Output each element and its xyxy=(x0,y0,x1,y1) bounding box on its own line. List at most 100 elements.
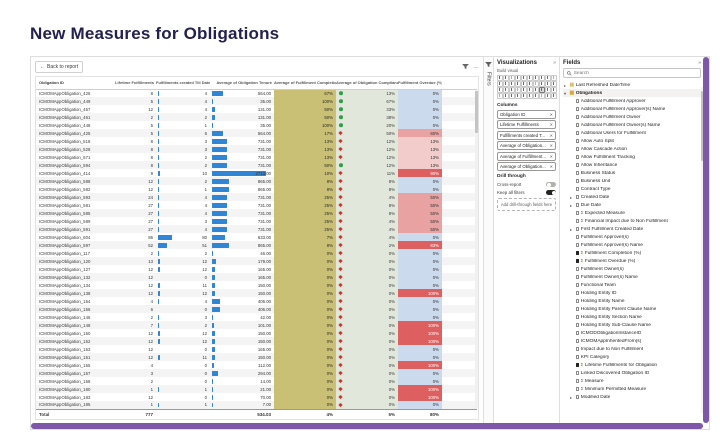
field-checkbox[interactable] xyxy=(576,259,580,263)
field-item[interactable]: ΣFulfillment Completion (%) xyxy=(563,249,701,257)
field-item[interactable]: Fulfillment Approver(s) xyxy=(563,233,701,241)
field-checkbox[interactable] xyxy=(576,267,580,271)
field-item[interactable]: Additional Fulfillment Approver xyxy=(563,97,701,105)
field-checkbox[interactable] xyxy=(576,227,580,231)
matrix-icon[interactable] xyxy=(545,87,551,93)
decomposition-tree-icon[interactable] xyxy=(509,93,515,99)
table-row[interactable]: ICMOMAppObligation_1801121.000%0%100% xyxy=(36,385,477,393)
expand-caret-icon[interactable]: ▸ xyxy=(570,395,574,400)
field-checkbox[interactable] xyxy=(576,251,580,255)
field-checkbox[interactable] xyxy=(576,171,580,175)
field-item[interactable]: ▸Due Date xyxy=(563,201,701,209)
field-item[interactable]: Linked Discovered Obligation ID xyxy=(563,369,701,377)
stacked-column-chart-icon[interactable] xyxy=(503,75,509,81)
stacked-area-chart-icon[interactable] xyxy=(545,75,551,81)
funnel-chart-icon[interactable] xyxy=(515,81,521,87)
field-item[interactable]: KPI Category xyxy=(563,353,701,361)
field-item[interactable]: Holding Entity ID xyxy=(563,289,701,297)
field-checkbox[interactable] xyxy=(576,107,580,111)
multi-row-card-icon[interactable] xyxy=(521,87,527,93)
table-scrollbar[interactable] xyxy=(475,90,478,408)
field-item[interactable]: Allow Inheritance xyxy=(563,161,701,169)
table-row[interactable]: ICMOMAppObligation_185117.000%0%0% xyxy=(36,401,477,409)
table-row[interactable]: ICMOMAppObligation_132120165.000%0%0% xyxy=(36,273,477,281)
donut-chart-icon[interactable] xyxy=(533,81,539,87)
remove-field-icon[interactable]: ✕ xyxy=(550,143,553,148)
field-item[interactable]: Fulfillment Approver(s) Name xyxy=(563,241,701,249)
field-checkbox[interactable] xyxy=(576,323,580,327)
field-checkbox[interactable] xyxy=(576,131,580,135)
field-item[interactable]: Allow Cascade Action xyxy=(563,145,701,153)
python-visual-icon[interactable] xyxy=(497,93,503,99)
ribbon-chart-icon[interactable] xyxy=(503,81,509,87)
field-checkbox[interactable] xyxy=(576,283,580,287)
field-item[interactable]: Contract Type xyxy=(563,185,701,193)
field-checkbox[interactable] xyxy=(576,147,580,151)
line-and-clustered-column-chart-icon[interactable] xyxy=(497,81,503,87)
field-item[interactable]: ▸▦Last Refreshed DateTime xyxy=(563,81,701,89)
field-pill[interactable]: Fulfillments created T...✕ xyxy=(497,131,556,140)
expand-caret-icon[interactable]: ▸ xyxy=(570,227,574,232)
treemap-icon[interactable] xyxy=(539,81,545,87)
field-pill[interactable]: Average of Obligation...✕ xyxy=(497,141,556,150)
field-checkbox[interactable] xyxy=(576,347,580,351)
kpi-icon[interactable] xyxy=(527,87,533,93)
collapse-panel-icon[interactable]: » xyxy=(698,60,701,66)
table-row[interactable]: ICMOMAppObligation_15730294.000%0%0% xyxy=(36,369,477,377)
expand-caret-icon[interactable]: ▾ xyxy=(564,91,568,96)
table-row[interactable]: ICMOMAppObligation_1501212150.000%0%100% xyxy=(36,329,477,337)
field-item[interactable]: ▸Modified Date xyxy=(563,393,701,401)
field-item[interactable]: ΣFulfillment Overdue (%) xyxy=(563,257,701,265)
smart-narrative-icon[interactable] xyxy=(521,93,527,99)
field-checkbox[interactable] xyxy=(576,179,580,183)
table-row[interactable]: ICMOMAppObligation_153120165.000%0%0% xyxy=(36,345,477,353)
100-stacked-column-chart-icon[interactable] xyxy=(527,75,533,81)
field-checkbox[interactable] xyxy=(576,307,580,311)
field-item[interactable]: Fulfillment Owner(s) Name xyxy=(563,273,701,281)
cross-report-toggle[interactable] xyxy=(546,182,556,187)
field-checkbox[interactable] xyxy=(576,371,580,375)
field-checkbox[interactable] xyxy=(576,99,580,103)
table-row[interactable]: ICMOMAppObligation_1381212150.000%0%100% xyxy=(36,289,477,297)
table-row[interactable]: ICMOMAppObligation_1341211150.000%0%0% xyxy=(36,281,477,289)
field-item[interactable]: ICMODObligationInstanceID xyxy=(563,329,701,337)
obligations-table-visual[interactable]: Obligation IDLifetime FulfillmentsFulfil… xyxy=(35,76,479,420)
expand-caret-icon[interactable]: ▸ xyxy=(570,203,574,208)
100-stacked-bar-chart-icon[interactable] xyxy=(521,75,527,81)
expand-caret-icon[interactable]: ▸ xyxy=(570,195,574,200)
field-item[interactable]: Functional Team xyxy=(563,281,701,289)
remove-field-icon[interactable]: ✕ xyxy=(550,154,553,159)
field-checkbox[interactable] xyxy=(576,219,580,223)
table-row[interactable]: ICMOMAppObligation_1521212150.000%0%100% xyxy=(36,337,477,345)
field-item[interactable]: ▾▦Obligations xyxy=(563,89,701,97)
table-row[interactable]: ICMOMAppObligation_42684564.0067%13%0% xyxy=(36,89,477,97)
filter-funnel-icon[interactable] xyxy=(462,64,469,70)
table-row[interactable]: ICMOMAppObligation_591274731.0025%4%50% xyxy=(36,225,477,233)
fields-search[interactable] xyxy=(563,68,701,78)
column-header[interactable]: Obligation ID xyxy=(36,77,110,89)
table-row[interactable]: ICMOMAppObligation_1511211150.000%0%0% xyxy=(36,353,477,361)
clustered-bar-chart-icon[interactable] xyxy=(509,75,515,81)
table-row[interactable]: ICMOMAppObligation_52883731.0013%12%13% xyxy=(36,145,477,153)
field-item[interactable]: ΣLifetime Fulfillments for Obligation xyxy=(563,361,701,369)
table-row[interactable]: ICMOMAppObligation_588122865.008%8%0% xyxy=(36,177,477,185)
drill-through-drop-area[interactable]: Add drill-through fields here xyxy=(497,198,556,211)
r-script-visual-icon[interactable] xyxy=(551,87,557,93)
remove-field-icon[interactable]: ✕ xyxy=(550,122,553,127)
field-checkbox[interactable] xyxy=(576,123,580,127)
field-checkbox[interactable] xyxy=(576,195,580,199)
horizontal-scrollbar[interactable] xyxy=(31,423,703,429)
collapse-panel-icon[interactable]: » xyxy=(553,60,556,66)
field-item[interactable]: ▸First Fulfillment Created Date xyxy=(563,225,701,233)
back-to-report-button[interactable]: ← Back to report xyxy=(35,61,83,73)
azure-map-icon[interactable] xyxy=(503,87,509,93)
field-checkbox[interactable] xyxy=(576,379,580,383)
table-row[interactable]: ICMOMAppObligation_15540112.000%0%100% xyxy=(36,361,477,369)
table-row[interactable]: ICMOMAppObligation_1172246.000%0%0% xyxy=(36,249,477,257)
field-item[interactable]: Holding Entity Name xyxy=(563,297,701,305)
field-item[interactable]: Holding Entity Section Name xyxy=(563,313,701,321)
field-item[interactable]: Business Unit xyxy=(563,177,701,185)
expand-caret-icon[interactable]: ▸ xyxy=(564,83,568,88)
field-checkbox[interactable] xyxy=(576,331,580,335)
stacked-bar-chart-icon[interactable] xyxy=(497,75,503,81)
